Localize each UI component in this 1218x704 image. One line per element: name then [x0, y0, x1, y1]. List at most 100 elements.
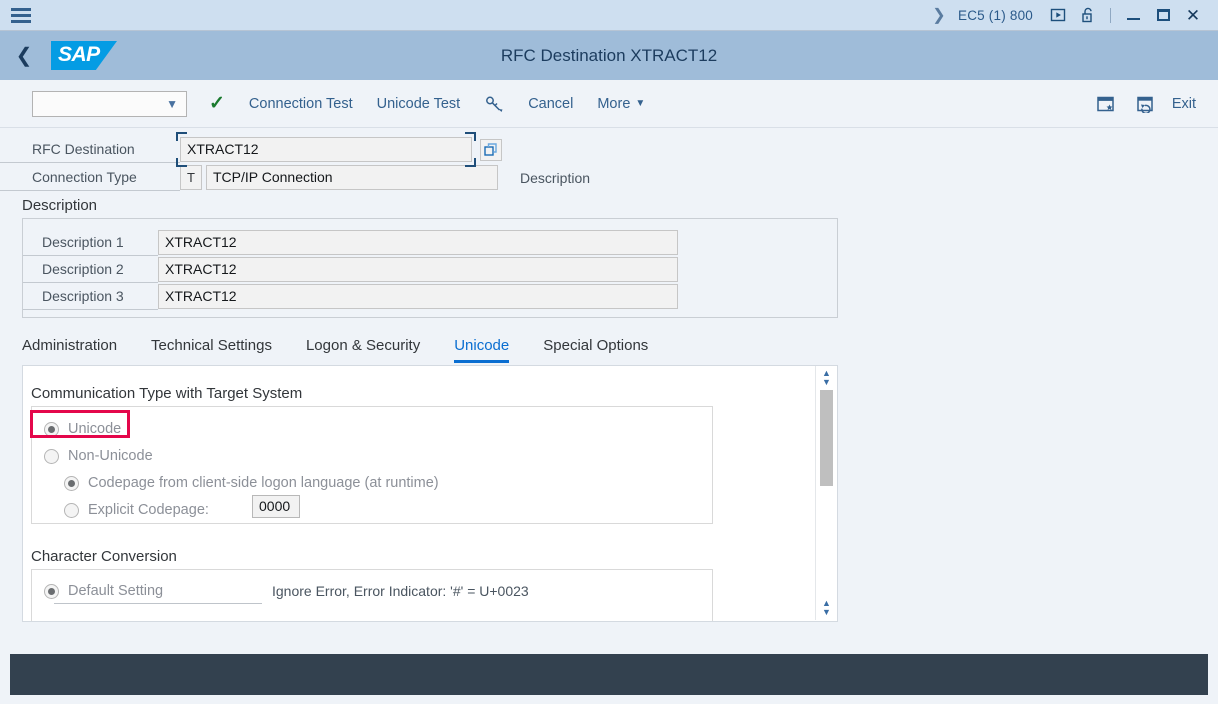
- logo-text: SAP: [58, 43, 100, 67]
- radio-explicit-codepage-label: Explicit Codepage:: [88, 502, 209, 518]
- tab-technical-settings[interactable]: Technical Settings: [151, 333, 289, 363]
- chevron-down-icon: ▼: [635, 98, 645, 109]
- description-row: Description 1 XTRACT12: [23, 229, 837, 256]
- radio-non-unicode[interactable]: [44, 449, 59, 464]
- description-2-label: Description 2: [23, 256, 158, 283]
- restore-window-icon[interactable]: [1134, 95, 1154, 113]
- chevron-up-icon: ▲: [822, 369, 831, 377]
- rfc-destination-input[interactable]: XTRACT12: [180, 137, 472, 162]
- sap-gui-window: ❯ EC5 (1) 800: [0, 0, 1218, 704]
- minimize-button[interactable]: [1118, 0, 1148, 31]
- scroll-track[interactable]: [820, 390, 833, 592]
- close-icon: ✕: [1186, 7, 1200, 24]
- hamburger-bar: [11, 20, 31, 23]
- sap-logo[interactable]: SAP: [51, 41, 117, 70]
- radio-unicode-row[interactable]: Unicode: [44, 418, 121, 440]
- window-controls: ❯ EC5 (1) 800: [924, 0, 1218, 31]
- description-group-title: Description: [22, 197, 97, 214]
- default-setting-underline: [54, 603, 262, 604]
- system-id-label: EC5 (1) 800: [954, 8, 1043, 23]
- tab-unicode[interactable]: Unicode: [454, 333, 526, 363]
- window-title-bar: ❯ EC5 (1) 800: [0, 0, 1218, 31]
- description-3-input[interactable]: XTRACT12: [158, 284, 678, 309]
- more-label: More: [597, 96, 630, 112]
- scroll-thumb[interactable]: [820, 390, 833, 486]
- radio-codepage-runtime-label: Codepage from client-side logon language…: [88, 475, 439, 491]
- status-bar: [10, 654, 1208, 695]
- connection-type-code[interactable]: T: [180, 165, 202, 190]
- rfc-destination-label: RFC Destination: [0, 136, 180, 163]
- page-title: RFC Destination XTRACT12: [0, 46, 1218, 66]
- chevron-right-icon[interactable]: ❯: [924, 0, 954, 31]
- action-toolbar: ▼ ✓ Connection Test Unicode Test Cancel …: [0, 80, 1218, 128]
- description-1-label: Description 1: [23, 229, 158, 256]
- tab-administration[interactable]: Administration: [22, 333, 134, 363]
- character-conversion-section-title: Character Conversion: [31, 548, 177, 565]
- connection-test-button[interactable]: Connection Test: [249, 96, 353, 112]
- connection-type-input[interactable]: TCP/IP Connection: [206, 165, 498, 190]
- radio-non-unicode-label: Non-Unicode: [68, 448, 153, 464]
- header-form: RFC Destination XTRACT12 Connection Type…: [0, 136, 1218, 191]
- value-help-button[interactable]: [480, 139, 502, 161]
- new-window-icon[interactable]: [1096, 95, 1116, 113]
- chevron-down-icon: ▼: [822, 608, 831, 616]
- more-button[interactable]: More ▼: [597, 96, 645, 112]
- radio-codepage-runtime-row[interactable]: Codepage from client-side logon language…: [64, 472, 439, 494]
- confirm-button[interactable]: ✓: [209, 94, 225, 113]
- communication-type-section-title: Communication Type with Target System: [31, 385, 302, 402]
- maximize-button[interactable]: [1148, 0, 1178, 31]
- scroll-up-button[interactable]: ▲ ▼: [822, 366, 831, 386]
- description-group: Description 1 XTRACT12 Description 2 XTR…: [22, 218, 838, 318]
- back-icon[interactable]: ❮: [0, 31, 48, 80]
- description-inline-label: Description: [520, 170, 590, 186]
- footer-area: [0, 640, 1218, 704]
- character-conversion-group: Default Setting Ignore Error, Error Indi…: [31, 569, 713, 621]
- cancel-button[interactable]: Cancel: [528, 96, 573, 112]
- hamburger-bar: [11, 8, 31, 11]
- chevron-down-icon: ▼: [166, 97, 178, 111]
- radio-default-setting[interactable]: [44, 584, 59, 599]
- explicit-codepage-input[interactable]: 0000: [252, 495, 300, 518]
- connection-type-row: Connection Type T TCP/IP Connection Desc…: [0, 164, 1218, 191]
- radio-unicode[interactable]: [44, 422, 59, 437]
- character-conversion-value: Ignore Error, Error Indicator: '#' = U+0…: [272, 583, 529, 599]
- key-pen-icon[interactable]: [484, 94, 504, 114]
- shell-bar: ❮ SAP RFC Destination XTRACT12: [0, 31, 1218, 80]
- radio-codepage-runtime[interactable]: [64, 476, 79, 491]
- maximize-glyph: [1157, 9, 1170, 21]
- communication-type-group: Unicode Non-Unicode Codepage from client…: [31, 406, 713, 524]
- radio-explicit-codepage[interactable]: [64, 503, 79, 518]
- hamburger-icon[interactable]: [0, 0, 42, 31]
- radio-default-setting-label: Default Setting: [68, 583, 163, 599]
- description-3-label: Description 3: [23, 283, 158, 310]
- radio-explicit-codepage-row[interactable]: Explicit Codepage:: [64, 499, 209, 521]
- connection-type-label: Connection Type: [0, 164, 180, 191]
- description-row: Description 2 XTRACT12: [23, 256, 837, 283]
- play-in-box-icon[interactable]: [1043, 0, 1073, 31]
- description-row: Description 3 XTRACT12: [23, 283, 837, 310]
- close-button[interactable]: ✕: [1178, 0, 1208, 31]
- hamburger-bar: [11, 14, 31, 17]
- radio-unicode-label: Unicode: [68, 421, 121, 437]
- unicode-test-button[interactable]: Unicode Test: [377, 96, 461, 112]
- chevron-up-icon: ▲: [822, 599, 831, 607]
- rfc-destination-row: RFC Destination XTRACT12: [0, 136, 1218, 163]
- unlock-icon[interactable]: [1073, 0, 1103, 31]
- command-field-select[interactable]: ▼: [32, 91, 187, 117]
- chevron-down-icon: ▼: [822, 378, 831, 386]
- tab-special-options[interactable]: Special Options: [543, 333, 665, 363]
- radio-default-setting-row[interactable]: Default Setting: [44, 580, 163, 602]
- minimize-glyph: [1127, 18, 1140, 20]
- radio-non-unicode-row[interactable]: Non-Unicode: [44, 445, 153, 467]
- description-2-input[interactable]: XTRACT12: [158, 257, 678, 282]
- rfc-destination-focus-frame: XTRACT12: [180, 137, 472, 162]
- toolbar-divider: [1110, 8, 1111, 23]
- toolbar-right-group: Exit: [1096, 95, 1204, 113]
- panel-scrollbar[interactable]: ▲ ▼ ▲ ▼: [815, 366, 837, 620]
- tab-logon-security[interactable]: Logon & Security: [306, 333, 437, 363]
- unicode-tab-panel: Communication Type with Target System Un…: [22, 366, 838, 622]
- exit-button[interactable]: Exit: [1172, 96, 1196, 112]
- scroll-down-button[interactable]: ▲ ▼: [822, 596, 831, 620]
- description-1-input[interactable]: XTRACT12: [158, 230, 678, 255]
- tab-bar: Administration Technical Settings Logon …: [0, 333, 1218, 366]
